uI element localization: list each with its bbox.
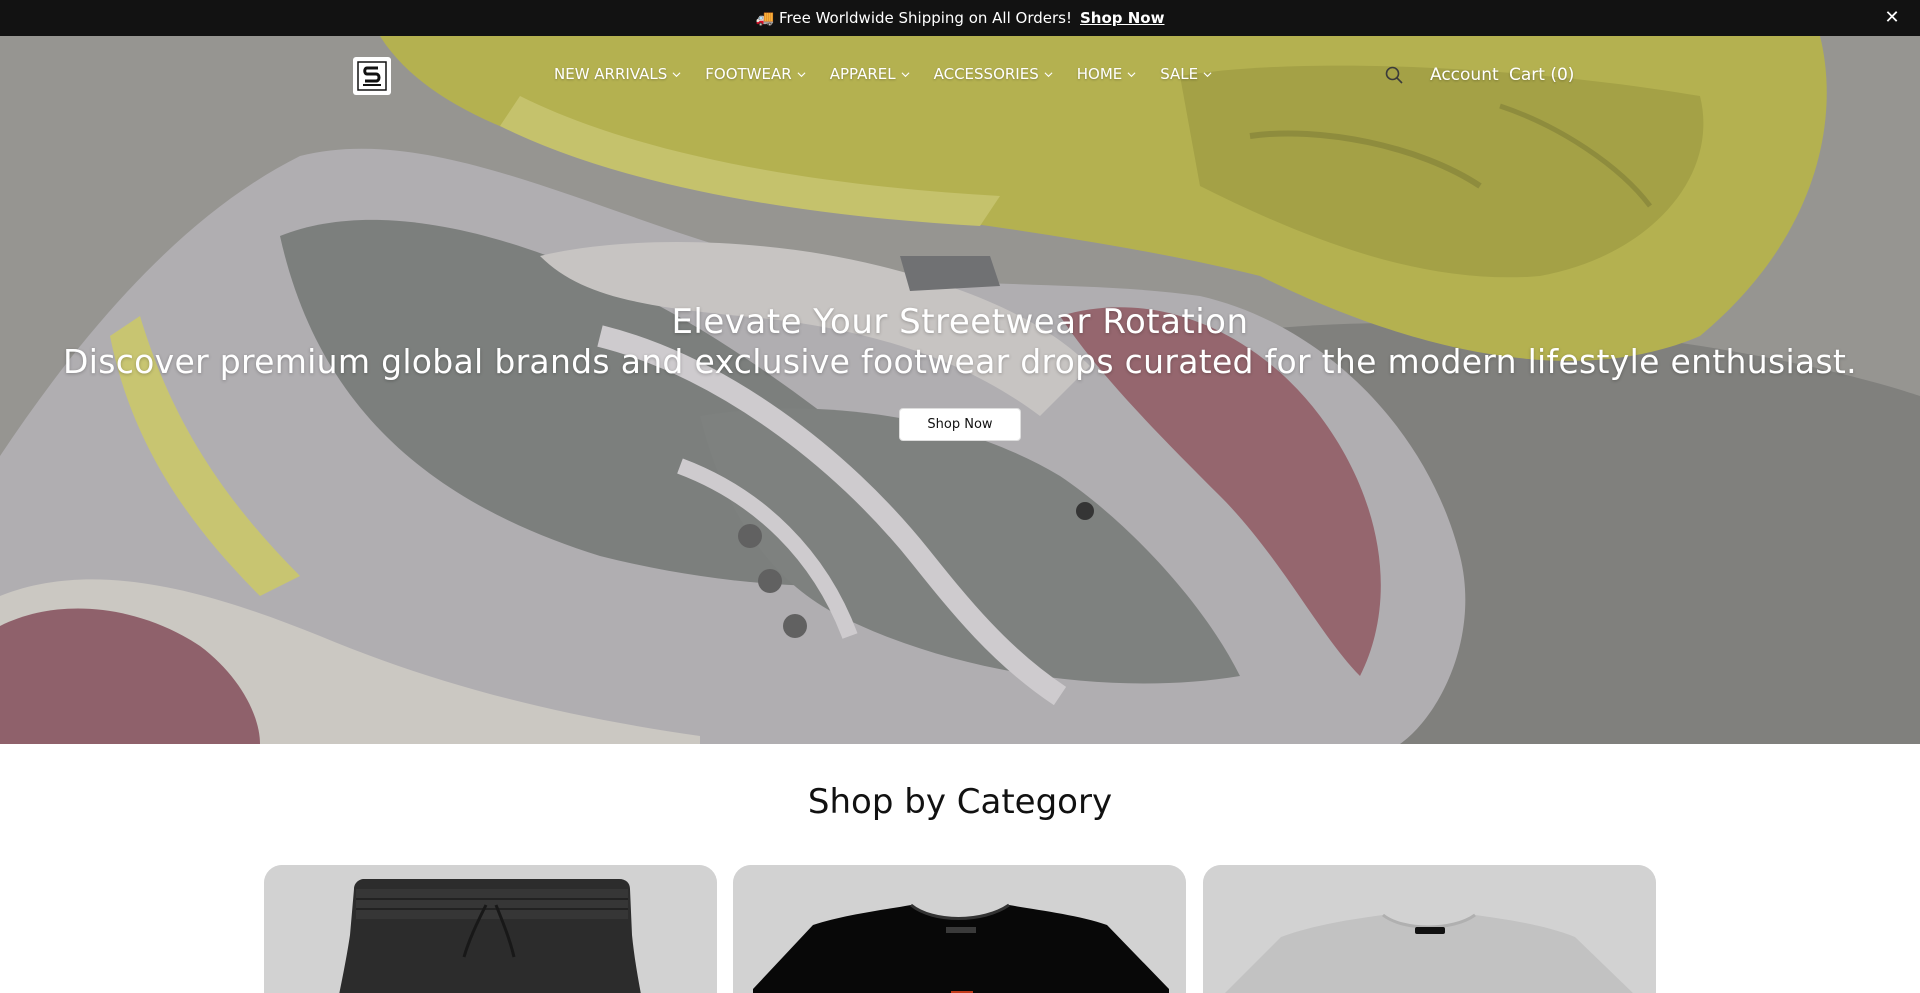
category-image xyxy=(733,865,1186,993)
chevron-down-icon xyxy=(797,71,806,77)
brand-logo-icon[interactable] xyxy=(353,57,391,95)
category-image xyxy=(1203,865,1656,993)
hero-banner xyxy=(0,36,1920,744)
hero-title: Elevate Your Streetwear Rotation xyxy=(671,302,1249,342)
hero-subtitle: Discover premium global brands and exclu… xyxy=(63,342,1857,381)
chevron-down-icon xyxy=(1203,71,1212,77)
nav-label: NEW ARRIVALS xyxy=(554,65,668,83)
chevron-down-icon xyxy=(901,71,910,77)
search-icon[interactable] xyxy=(1384,65,1404,85)
nav-accessories[interactable]: ACCESSORIES xyxy=(934,65,1053,83)
site-header: NEW ARRIVALS FOOTWEAR APPAREL ACCESSORIE… xyxy=(0,36,1920,116)
cart-link[interactable]: Cart (0) xyxy=(1509,65,1574,85)
nav-label: HOME xyxy=(1076,65,1123,83)
chevron-down-icon xyxy=(672,71,681,77)
nav-footwear[interactable]: FOOTWEAR xyxy=(705,65,806,83)
announcement-bar: 🚚 Free Worldwide Shipping on All Orders!… xyxy=(0,0,1920,36)
category-card-shorts[interactable] xyxy=(264,865,717,993)
chevron-down-icon xyxy=(1127,71,1136,77)
nav-label: APPAREL xyxy=(829,65,896,83)
nav-home[interactable]: HOME xyxy=(1077,65,1137,83)
nav-label: SALE xyxy=(1160,65,1199,83)
category-image xyxy=(264,865,717,993)
announcement-message: 🚚 Free Worldwide Shipping on All Orders! xyxy=(755,9,1072,27)
nav-label: ACCESSORIES xyxy=(933,65,1039,83)
nav-sale[interactable]: SALE xyxy=(1160,65,1212,83)
close-icon[interactable]: ✕ xyxy=(1882,8,1902,28)
account-link[interactable]: Account xyxy=(1430,65,1499,85)
announcement-shop-now-link[interactable]: Shop Now xyxy=(1080,9,1164,27)
nav-label: FOOTWEAR xyxy=(705,65,792,83)
main-nav: NEW ARRIVALS FOOTWEAR APPAREL ACCESSORIE… xyxy=(554,65,1236,83)
hero-shop-now-button[interactable]: Shop Now xyxy=(899,408,1021,441)
category-card-black-tshirt[interactable] xyxy=(733,865,1186,993)
chevron-down-icon xyxy=(1044,71,1053,77)
section-title: Shop by Category xyxy=(807,782,1113,822)
nav-new-arrivals[interactable]: NEW ARRIVALS xyxy=(554,65,681,83)
nav-apparel[interactable]: APPAREL xyxy=(830,65,910,83)
hero-overlay xyxy=(0,36,1920,744)
category-card-grey-tshirt[interactable] xyxy=(1203,865,1656,993)
